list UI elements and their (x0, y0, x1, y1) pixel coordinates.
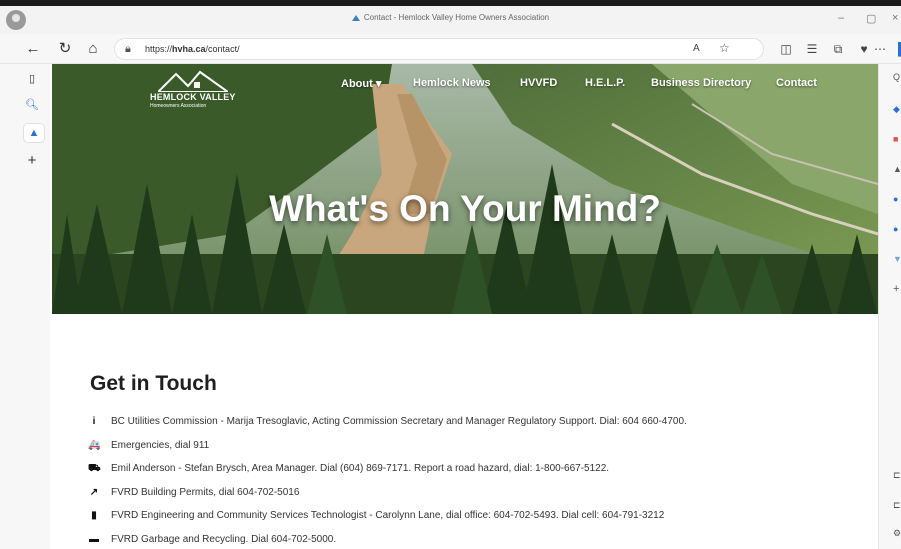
web-page: HEMLOCK VALLEY Homeowners Association Ab… (52, 64, 878, 549)
home-icon[interactable]: ⌂ (84, 40, 102, 58)
search-sidebar-icon[interactable]: Q (893, 72, 901, 82)
favorites-icon[interactable]: ☰ (804, 41, 820, 57)
gear-icon[interactable]: ⚙ (893, 528, 901, 538)
sidebar-settings-icon[interactable]: ⊏ (893, 500, 901, 510)
nav-business-directory[interactable]: Business Directory (651, 77, 751, 89)
copilot-icon[interactable]: ▐ (890, 41, 901, 57)
list-item: ▮ FVRD Engineering and Community Service… (88, 508, 868, 532)
minimize-button[interactable]: – (838, 12, 844, 24)
favorite-star-icon[interactable]: ☆ (719, 41, 730, 55)
tab-actions-icon[interactable]: ▯ (22, 70, 42, 88)
contact-text: FVRD Building Permits, dial 604-702-5016 (111, 486, 300, 498)
search-tab-icon[interactable]: 🔍︎ (22, 96, 42, 114)
site-logo[interactable]: HEMLOCK VALLEY Homeowners Association (150, 70, 240, 110)
vertical-tabs-sidebar: ▯ 🔍︎ ▲ + (0, 64, 50, 549)
close-button[interactable]: × (892, 12, 898, 24)
sidebar-office-icon[interactable]: ● (893, 224, 901, 234)
list-item: ▬ FVRD Garbage and Recycling. Dial 604-7… (88, 532, 868, 549)
url-text: https://hvha.ca/contact/ (145, 44, 240, 54)
contact-text: Emergencies, dial 911 (111, 439, 210, 451)
nav-hemlock-news[interactable]: Hemlock News (413, 77, 491, 89)
sidebar-hide-icon[interactable]: ⊏ (893, 470, 901, 480)
collections-icon[interactable]: ⧉ (830, 41, 846, 57)
hero-title: What's On Your Mind? (269, 188, 661, 229)
edge-sidebar: Q ◆ ■ ▲ ● ● ▼ + ⊏ ⊏ ⚙ (878, 64, 901, 549)
logo-name: HEMLOCK VALLEY (150, 92, 236, 102)
url-host: hvha.ca (172, 44, 206, 54)
section-title: Get in Touch (90, 372, 217, 395)
nav-contact[interactable]: Contact (776, 77, 817, 89)
extensions-icon[interactable]: ♥ (856, 41, 872, 57)
site-favicon-icon (351, 14, 360, 21)
hammer-icon: ↗ (89, 486, 99, 498)
sidebar-tools-icon[interactable]: ▲ (893, 164, 901, 174)
split-screen-icon[interactable]: ◫ (778, 41, 794, 57)
ambulance-icon: 🚑 (88, 439, 101, 451)
logo-subtitle: Homeowners Association (150, 103, 207, 109)
list-item: 🚑 Emergencies, dial 911 (88, 438, 868, 462)
list-item: i BC Utilities Commission - Marija Treso… (88, 414, 868, 438)
new-tab-icon[interactable]: + (22, 152, 42, 170)
url-prefix: https:// (145, 44, 173, 54)
list-item: ⛟ Emil Anderson - Stefan Brysch, Area Ma… (88, 461, 868, 485)
refresh-icon[interactable]: ↻ (56, 40, 74, 58)
url-field[interactable]: 🔒︎ https://hvha.ca/contact/ A ☆ (114, 38, 764, 60)
hero-banner: HEMLOCK VALLEY Homeowners Association Ab… (52, 64, 878, 314)
nav-help[interactable]: H.E.L.P. (585, 77, 625, 89)
lock-icon: 🔒︎ (125, 43, 131, 55)
sidebar-outlook-icon[interactable]: ▼ (893, 254, 901, 264)
sidebar-app-icon[interactable]: ◆ (893, 104, 901, 114)
contact-text: FVRD Garbage and Recycling. Dial 604-702… (111, 533, 337, 545)
title-bar: Contact - Hemlock Valley Home Owners Ass… (0, 0, 901, 34)
address-bar: ← ↻ ⌂ 🔒︎ https://hvha.ca/contact/ A ☆ ◫ … (0, 34, 901, 64)
nav-about[interactable]: About ▾ (341, 77, 381, 90)
window-title-text: Contact - Hemlock Valley Home Owners Ass… (363, 13, 550, 22)
maximize-button[interactable]: ▢ (866, 12, 876, 25)
sidebar-shopping-icon[interactable]: ■ (893, 134, 901, 144)
more-options-icon[interactable]: ⋯ (872, 41, 888, 57)
site-tab-icon[interactable]: ▲ (24, 124, 44, 142)
trash-icon: ▬ (89, 533, 99, 545)
url-path: /contact/ (205, 44, 240, 54)
road-icon: ⛟ (88, 463, 101, 474)
contact-text: FVRD Engineering and Community Services … (111, 510, 665, 521)
contact-text: Emil Anderson - Stefan Brysch, Area Mana… (111, 463, 610, 474)
logo-house-icon (158, 70, 228, 92)
contact-text: BC Utilities Commission - Marija Tresogl… (111, 416, 687, 427)
window-title: Contact - Hemlock Valley Home Owners Ass… (0, 13, 901, 22)
nav-hvvfd[interactable]: HVVFD (520, 77, 557, 89)
info-icon: i (92, 416, 96, 427)
back-icon[interactable]: ← (24, 40, 42, 58)
list-item: ↗ FVRD Building Permits, dial 604-702-50… (88, 485, 868, 509)
sidebar-games-icon[interactable]: ● (893, 194, 901, 204)
sidebar-add-icon[interactable]: + (893, 284, 901, 294)
clipboard-icon: ▮ (91, 510, 97, 521)
read-aloud-icon[interactable]: A (693, 43, 700, 54)
contact-list: i BC Utilities Commission - Marija Treso… (88, 414, 868, 549)
